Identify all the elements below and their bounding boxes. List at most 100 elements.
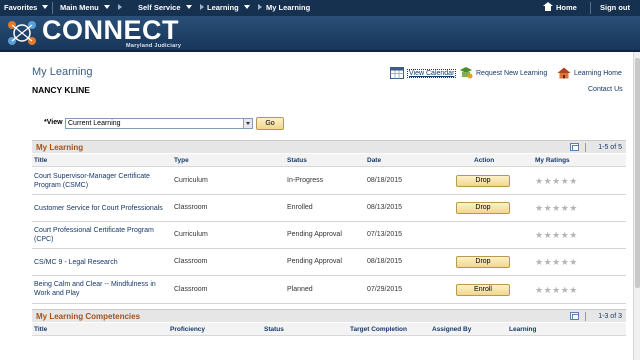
learning-type: Classroom <box>174 258 208 265</box>
column-header-date[interactable]: Date <box>367 157 381 164</box>
top-navigation-bar: Favorites Main Menu Self Service Learnin… <box>0 0 640 16</box>
sign-out-label: Sign out <box>600 3 630 12</box>
view-selected-value: Current Learning <box>68 120 121 127</box>
breadcrumb-my-learning[interactable]: My Learning <box>266 0 310 16</box>
learning-title-link[interactable]: Customer Service for Court Professionals <box>34 204 174 213</box>
page-content: My Learning NANCY KLINE View Calendar Re… <box>0 52 634 360</box>
column-header-ratings: My Ratings <box>535 157 570 164</box>
grid-title: My Learning Competencies <box>36 312 141 321</box>
column-header-proficiency[interactable]: Proficiency <box>170 326 205 333</box>
column-header-target-completion[interactable]: Target Completion <box>350 326 407 333</box>
calendar-icon <box>390 67 404 79</box>
learning-type: Classroom <box>174 204 208 211</box>
request-new-learning-link[interactable]: Request New Learning <box>459 67 547 79</box>
request-learning-icon <box>460 67 473 79</box>
sign-out-link[interactable]: Sign out <box>600 0 630 16</box>
view-calendar-label: View Calendar <box>407 69 457 78</box>
rating-stars-icon[interactable]: ★★★★★ <box>535 204 578 213</box>
favorites-label: Favorites <box>4 3 38 12</box>
breadcrumb-separator-icon <box>117 4 122 10</box>
dropdown-arrow-icon[interactable] <box>243 119 252 128</box>
self-service-label: Self Service <box>138 3 181 12</box>
rating-stars-icon[interactable]: ★★★★★ <box>535 231 578 240</box>
learning-title-link[interactable]: Court Professional Certificate Program (… <box>34 226 169 244</box>
learning-home-link[interactable]: Learning Home <box>557 67 622 79</box>
home-icon <box>543 2 553 11</box>
rating-stars-icon[interactable]: ★★★★★ <box>535 177 578 186</box>
learning-status: In-Progress <box>287 177 324 184</box>
table-row: CS/MC 9 - Legal Research Classroom Pendi… <box>32 249 626 276</box>
learning-title-link[interactable]: Being Calm and Clear -- Mindfulness in W… <box>34 280 169 298</box>
table-row: Being Calm and Clear -- Mindfulness in W… <box>32 276 626 304</box>
my-learning-label: My Learning <box>266 3 311 12</box>
logo-subtitle: Maryland Judiciary <box>126 43 182 49</box>
drop-button[interactable]: Drop <box>456 256 510 268</box>
grid-title-bar: My Learning Competencies 1-3 of 3 <box>32 309 626 322</box>
request-new-learning-label: Request New Learning <box>476 70 548 77</box>
main-menu-label: Main Menu <box>60 3 99 12</box>
go-button[interactable]: Go <box>256 117 284 130</box>
rating-stars-icon[interactable]: ★★★★★ <box>535 258 578 267</box>
logo-text: CONNECT <box>42 15 179 45</box>
learning-date: 07/29/2015 <box>367 286 403 293</box>
learning-label: Learning <box>207 3 239 12</box>
column-header-type[interactable]: Type <box>174 157 189 164</box>
banner: CONNECT Maryland Judiciary <box>0 16 640 50</box>
rating-stars-icon[interactable]: ★★★★★ <box>535 286 578 295</box>
learning-date: 08/13/2015 <box>367 204 403 211</box>
column-header-status[interactable]: Status <box>264 326 284 333</box>
table-row: Court Professional Certificate Program (… <box>32 222 626 249</box>
learning-status: Enrolled <box>287 204 313 211</box>
connect-logo-icon <box>8 21 36 45</box>
drop-button[interactable]: Drop <box>456 202 510 214</box>
page-title: My Learning <box>32 66 93 78</box>
view-label: *View <box>44 119 63 126</box>
column-header-assigned-by[interactable]: Assigned By <box>432 326 471 333</box>
column-header-action: Action <box>474 157 495 164</box>
column-header-title[interactable]: Title <box>34 326 47 333</box>
chevron-down-icon <box>185 5 192 9</box>
learning-home-label: Learning Home <box>574 70 622 77</box>
scrollbar-thumb[interactable] <box>635 58 640 288</box>
drop-button[interactable]: Drop <box>456 175 510 187</box>
favorites-menu[interactable]: Favorites <box>4 0 49 16</box>
view-calendar-link[interactable]: View Calendar <box>390 67 457 79</box>
nav-divider <box>52 2 53 14</box>
zoom-grid-icon[interactable] <box>570 312 579 320</box>
learning-type: Classroom <box>174 286 208 293</box>
column-header-learning[interactable]: Learning <box>509 326 536 333</box>
learning-type: Curriculum <box>174 177 208 184</box>
learning-status: Planned <box>287 286 313 293</box>
learning-home-icon <box>557 67 571 79</box>
home-label: Home <box>556 3 577 12</box>
learning-date: 07/13/2015 <box>367 231 403 238</box>
grid-header-row: Title Proficiency Status Target Completi… <box>32 323 626 336</box>
learning-title-link[interactable]: Court Supervisor-Manager Certificate Pro… <box>34 172 169 190</box>
enroll-button[interactable]: Enroll <box>456 284 510 296</box>
row-count: 1-5 of 5 <box>598 144 622 151</box>
main-menu[interactable]: Main Menu <box>60 0 122 16</box>
contact-us-label: Contact Us <box>588 86 623 93</box>
column-header-title[interactable]: Title <box>34 157 47 164</box>
learning-status: Pending Approval <box>287 258 342 265</box>
learning-date: 08/18/2015 <box>367 258 403 265</box>
learning-type: Curriculum <box>174 231 208 238</box>
user-name: NANCY KLINE <box>32 85 90 95</box>
grid-title-divider <box>585 312 586 321</box>
breadcrumb-self-service[interactable]: Self Service <box>138 0 204 16</box>
vertical-scrollbar[interactable] <box>633 52 640 360</box>
contact-us-link[interactable]: Contact Us <box>588 86 623 93</box>
chevron-down-icon <box>42 5 49 9</box>
zoom-grid-icon[interactable] <box>570 143 579 151</box>
grid-title-bar: My Learning 1-5 of 5 <box>32 140 626 153</box>
nav-divider <box>590 2 591 14</box>
grid-title-divider <box>585 143 586 152</box>
home-link[interactable]: Home <box>543 0 577 16</box>
breadcrumb-learning[interactable]: Learning <box>207 0 262 16</box>
chevron-down-icon <box>243 5 250 9</box>
chevron-down-icon <box>103 5 110 9</box>
column-header-status[interactable]: Status <box>287 157 307 164</box>
learning-title-link[interactable]: CS/MC 9 - Legal Research <box>34 258 169 267</box>
view-select[interactable]: Current Learning <box>65 118 253 129</box>
table-row: Court Supervisor-Manager Certificate Pro… <box>32 168 626 195</box>
